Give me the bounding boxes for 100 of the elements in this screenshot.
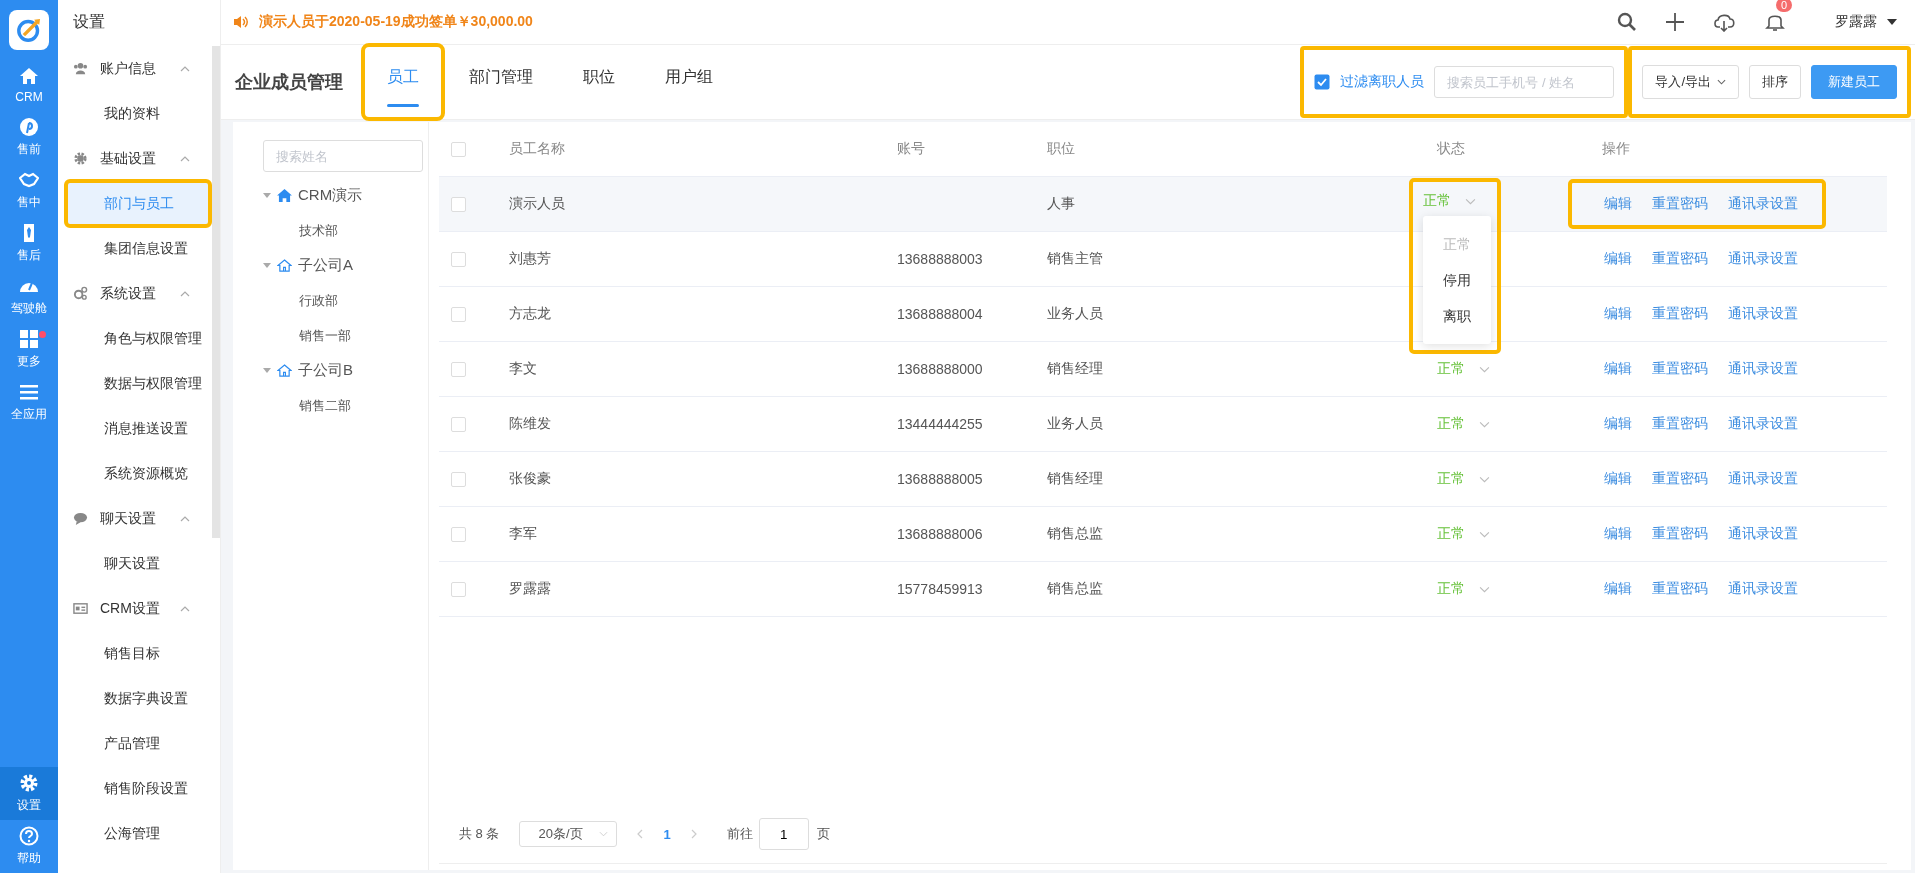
page-number[interactable]: 1 [663,826,671,842]
sidebar-group[interactable]: CRM设置 [58,586,210,631]
tree-item[interactable]: 子公司A [298,256,353,275]
checkbox[interactable] [451,526,466,542]
add-icon[interactable] [1665,12,1685,32]
sidebar-item[interactable]: 集团信息设置 [58,226,210,271]
status-select[interactable]: 正常 [1423,192,1476,210]
sidebar-item[interactable]: 销售目标 [58,631,210,676]
tree-item[interactable]: 销售一部 [299,326,351,345]
action-link[interactable]: 重置密码 [1652,525,1708,543]
next-page-icon[interactable] [690,829,697,839]
table-row[interactable]: 李军 13688888006 销售总监 正常 编辑 重置密码 通讯录设置 [439,507,1887,562]
tab[interactable]: 部门管理 [447,47,555,117]
checkbox[interactable] [451,196,466,212]
action-link[interactable]: 重置密码 [1652,470,1708,488]
tab[interactable]: 职位 [561,47,637,117]
sidebar-item[interactable]: 我的资料 [58,91,210,136]
checkbox[interactable] [451,141,466,157]
sidebar-group[interactable]: 聊天设置 [58,496,210,541]
action-link[interactable]: 通讯录设置 [1728,250,1798,268]
sort-button[interactable]: 排序 [1749,65,1801,99]
sidebar-group[interactable]: 基础设置 [58,136,210,181]
status-select[interactable]: 正常 [1437,580,1490,598]
sidebar-item[interactable]: 销售阶段设置 [58,766,210,811]
status-select[interactable]: 正常 [1437,415,1490,433]
action-link[interactable]: 通讯录设置 [1728,195,1798,213]
rail-item[interactable]: 驾驶舱 [0,270,58,323]
search-field[interactable]: 搜索员工手机号 / 姓名 [1434,66,1615,98]
action-link[interactable]: 重置密码 [1652,580,1708,598]
rail-item[interactable]: 售后 [0,217,58,270]
sidebar-item[interactable]: 产品管理 [58,721,210,766]
status-select[interactable]: 正常 [1437,470,1490,488]
action-link[interactable]: 重置密码 [1652,195,1708,213]
checkbox[interactable] [451,361,466,377]
checkbox[interactable] [451,251,466,267]
action-link[interactable]: 编辑 [1604,470,1632,488]
action-link[interactable]: 重置密码 [1652,305,1708,323]
rail-item[interactable]: 更多 [0,323,58,376]
sidebar-item[interactable]: 数据字典设置 [58,676,210,721]
tree-item[interactable]: 销售二部 [299,396,351,415]
checkbox[interactable] [451,416,466,432]
action-link[interactable]: 重置密码 [1652,415,1708,433]
rail-item[interactable]: CRM [0,58,58,111]
rail-item[interactable]: 帮助 [0,820,58,873]
tree-item[interactable]: CRM演示 [298,186,363,205]
search-icon[interactable] [1617,12,1637,32]
action-link[interactable]: 通讯录设置 [1728,305,1798,323]
user-menu[interactable]: 罗露露 [1835,13,1877,31]
status-select[interactable]: 正常 [1437,360,1490,378]
table-row[interactable]: 张俊豪 13688888005 销售经理 正常 编辑 重置密码 通讯录设置 [439,452,1887,507]
action-link[interactable]: 编辑 [1604,250,1632,268]
app-logo[interactable] [9,10,49,50]
action-link[interactable]: 通讯录设置 [1728,360,1798,378]
sidebar-item[interactable]: 系统资源概览 [58,451,210,496]
action-link[interactable]: 重置密码 [1652,250,1708,268]
action-link[interactable]: 编辑 [1604,415,1632,433]
filter-label[interactable]: 过滤离职人员 [1340,73,1425,91]
page-size-select[interactable]: 20条/页 [519,821,618,847]
action-link[interactable]: 编辑 [1604,195,1632,213]
tree-item[interactable]: 行政部 [299,291,338,310]
rail-item[interactable]: 设置 [0,767,58,820]
tree-item[interactable]: 技术部 [299,221,338,240]
action-link[interactable]: 通讯录设置 [1728,580,1798,598]
sidebar-item[interactable]: 消息推送设置 [58,406,210,451]
status-select[interactable]: 正常 [1437,525,1490,543]
action-link[interactable]: 通讯录设置 [1728,470,1798,488]
new-employee-button[interactable]: 新建员工 [1811,65,1897,99]
action-link[interactable]: 通讯录设置 [1728,525,1798,543]
checkbox[interactable] [451,306,466,322]
rail-item[interactable]: 售中 [0,164,58,217]
previous-page-icon[interactable] [637,829,644,839]
action-link[interactable]: 通讯录设置 [1728,415,1798,433]
table-row[interactable]: 李文 13688888000 销售经理 正常 编辑 重置密码 通讯录设置 [439,342,1887,397]
sidebar-item[interactable]: 角色与权限管理 [58,316,210,361]
search-field[interactable]: 搜索姓名 [263,140,423,172]
rail-item[interactable]: 全应用 [0,376,58,429]
table-row[interactable]: 陈维发 13444444255 业务人员 正常 编辑 重置密码 通讯录设置 [439,397,1887,452]
page-input[interactable]: 1 [758,818,809,850]
sidebar-item[interactable]: 数据与权限管理 [58,361,210,406]
sidebar-item[interactable]: 部门与员工 [66,181,210,226]
sidebar-item[interactable]: 公海管理 [58,811,210,856]
cloud-download-icon[interactable] [1713,12,1737,32]
scrollbar[interactable] [212,46,220,538]
rail-item[interactable]: 售前 [0,111,58,164]
action-link[interactable]: 重置密码 [1652,360,1708,378]
sidebar-item[interactable]: 聊天设置 [58,541,210,586]
table-row[interactable]: 罗露露 15778459913 销售总监 正常 编辑 重置密码 通讯录设置 [439,562,1887,617]
action-link[interactable]: 编辑 [1604,305,1632,323]
import-export-button[interactable]: 导入/导出 [1642,65,1739,99]
action-link[interactable]: 编辑 [1604,580,1632,598]
action-link[interactable]: 编辑 [1604,360,1632,378]
checkbox[interactable] [451,581,466,597]
sidebar-group[interactable]: 账户信息 [58,46,210,91]
checkbox[interactable] [451,471,466,487]
checkbox[interactable] [1314,74,1331,90]
menu-item[interactable]: 离职 [1423,298,1491,334]
tree-item[interactable]: 子公司B [298,361,353,380]
action-link[interactable]: 编辑 [1604,525,1632,543]
tab[interactable]: 用户组 [643,47,735,117]
sidebar-group[interactable]: 系统设置 [58,271,210,316]
